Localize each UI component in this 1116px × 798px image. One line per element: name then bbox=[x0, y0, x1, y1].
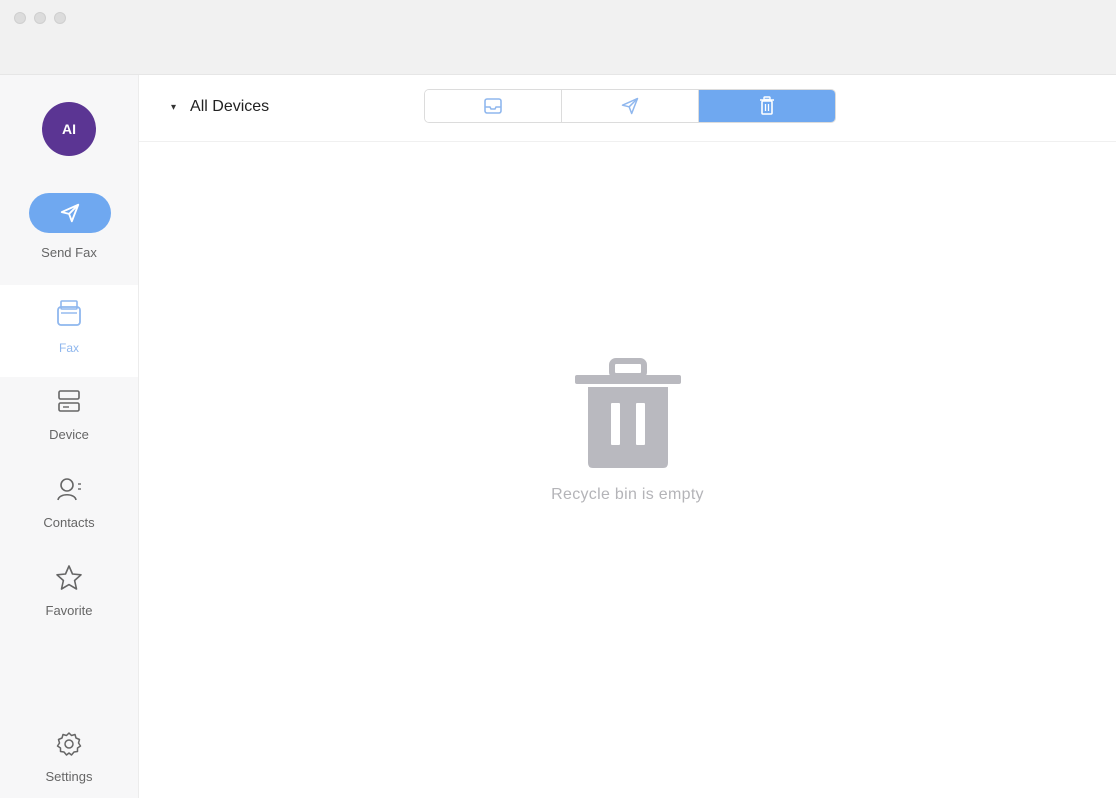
zoom-window-button[interactable] bbox=[54, 12, 66, 24]
device-selector[interactable]: ▾ All Devices bbox=[171, 95, 269, 119]
title-bar bbox=[0, 0, 1116, 75]
toolbar: ▾ All Devices bbox=[139, 75, 1116, 142]
device-selector-label: All Devices bbox=[190, 98, 270, 115]
sidebar-item-device[interactable]: Device bbox=[0, 385, 138, 455]
contacts-icon bbox=[54, 475, 84, 505]
main-panel: ▾ All Devices Recycle bin is empty bbox=[139, 75, 1116, 798]
recycle-bin-empty-icon bbox=[574, 358, 681, 468]
tab-sent[interactable] bbox=[562, 90, 699, 122]
send-icon bbox=[621, 97, 639, 115]
close-window-button[interactable] bbox=[14, 12, 26, 24]
app-window: AI Send Fax Fax Device Contacts Favorite… bbox=[0, 0, 1116, 798]
send-fax-label: Send Fax bbox=[41, 245, 97, 260]
settings-button[interactable]: Settings bbox=[0, 727, 138, 793]
sidebar-item-label: Favorite bbox=[45, 603, 93, 618]
empty-state bbox=[139, 355, 1116, 475]
inbox-icon bbox=[484, 98, 502, 114]
empty-message: Recycle bin is empty bbox=[551, 486, 704, 503]
device-icon bbox=[54, 387, 84, 417]
tab-recycle-bin[interactable] bbox=[699, 90, 835, 122]
trash-icon bbox=[760, 96, 774, 115]
sidebar-item-fax[interactable]: Fax bbox=[0, 285, 138, 377]
gear-icon bbox=[54, 729, 84, 759]
folder-tabs bbox=[424, 89, 836, 123]
avatar[interactable]: AI bbox=[42, 102, 96, 156]
sidebar-item-favorite[interactable]: Favorite bbox=[0, 561, 138, 631]
avatar-initials: AI bbox=[62, 121, 76, 137]
tab-inbox[interactable] bbox=[425, 90, 562, 122]
sidebar-item-contacts[interactable]: Contacts bbox=[0, 473, 138, 543]
fax-tray-icon bbox=[54, 299, 84, 329]
minimize-window-button[interactable] bbox=[34, 12, 46, 24]
send-fax-button[interactable] bbox=[29, 193, 111, 233]
dropdown-bullet-icon: ▾ bbox=[171, 101, 177, 113]
sidebar: AI Send Fax Fax Device Contacts Favorite… bbox=[0, 75, 139, 798]
sidebar-item-label: Fax bbox=[58, 341, 79, 355]
star-icon bbox=[54, 563, 84, 593]
send-icon bbox=[60, 203, 80, 223]
settings-label: Settings bbox=[45, 769, 93, 784]
sidebar-item-label: Contacts bbox=[43, 515, 95, 530]
sidebar-item-label: Device bbox=[49, 427, 89, 442]
